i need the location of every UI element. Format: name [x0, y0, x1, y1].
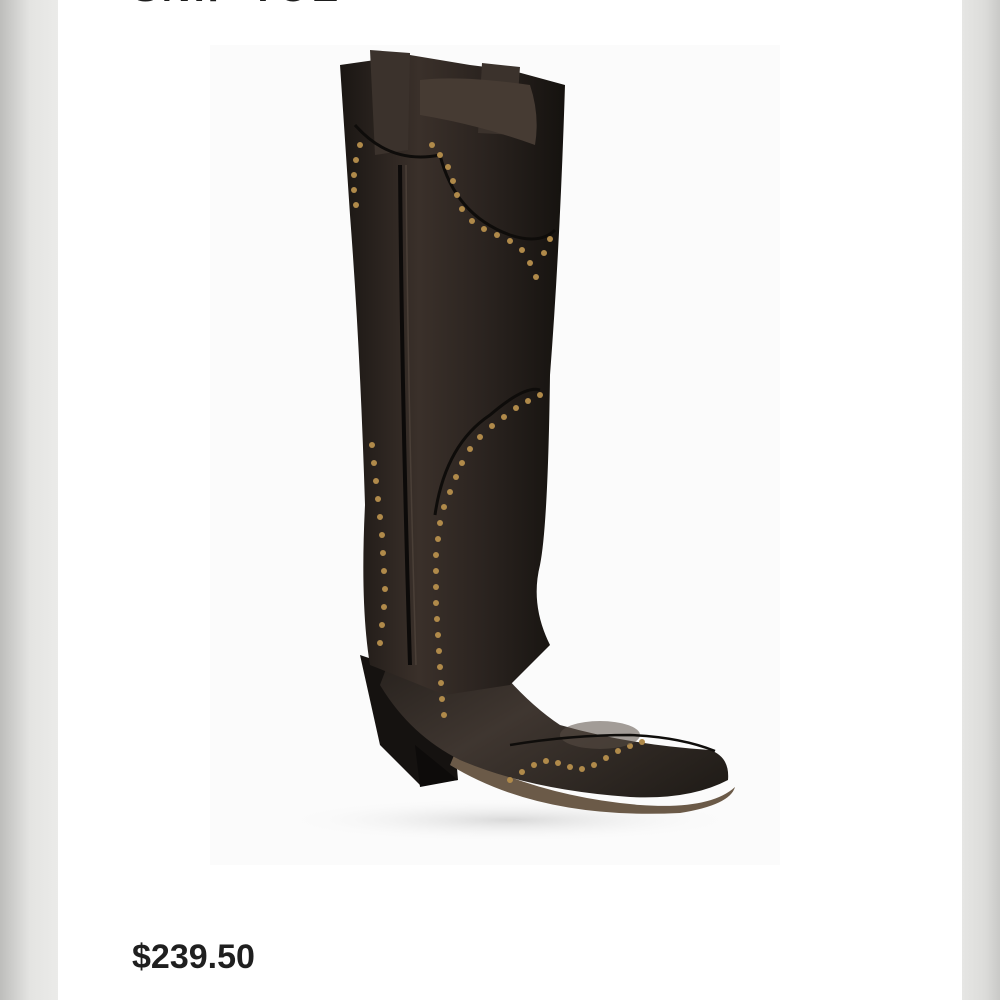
- boot-illustration: [280, 50, 740, 842]
- product-price: $239.50: [132, 938, 255, 976]
- product-title: SNIP TOE: [132, 0, 341, 11]
- product-card: SNIP TOE: [58, 0, 962, 1000]
- product-image[interactable]: [210, 45, 780, 865]
